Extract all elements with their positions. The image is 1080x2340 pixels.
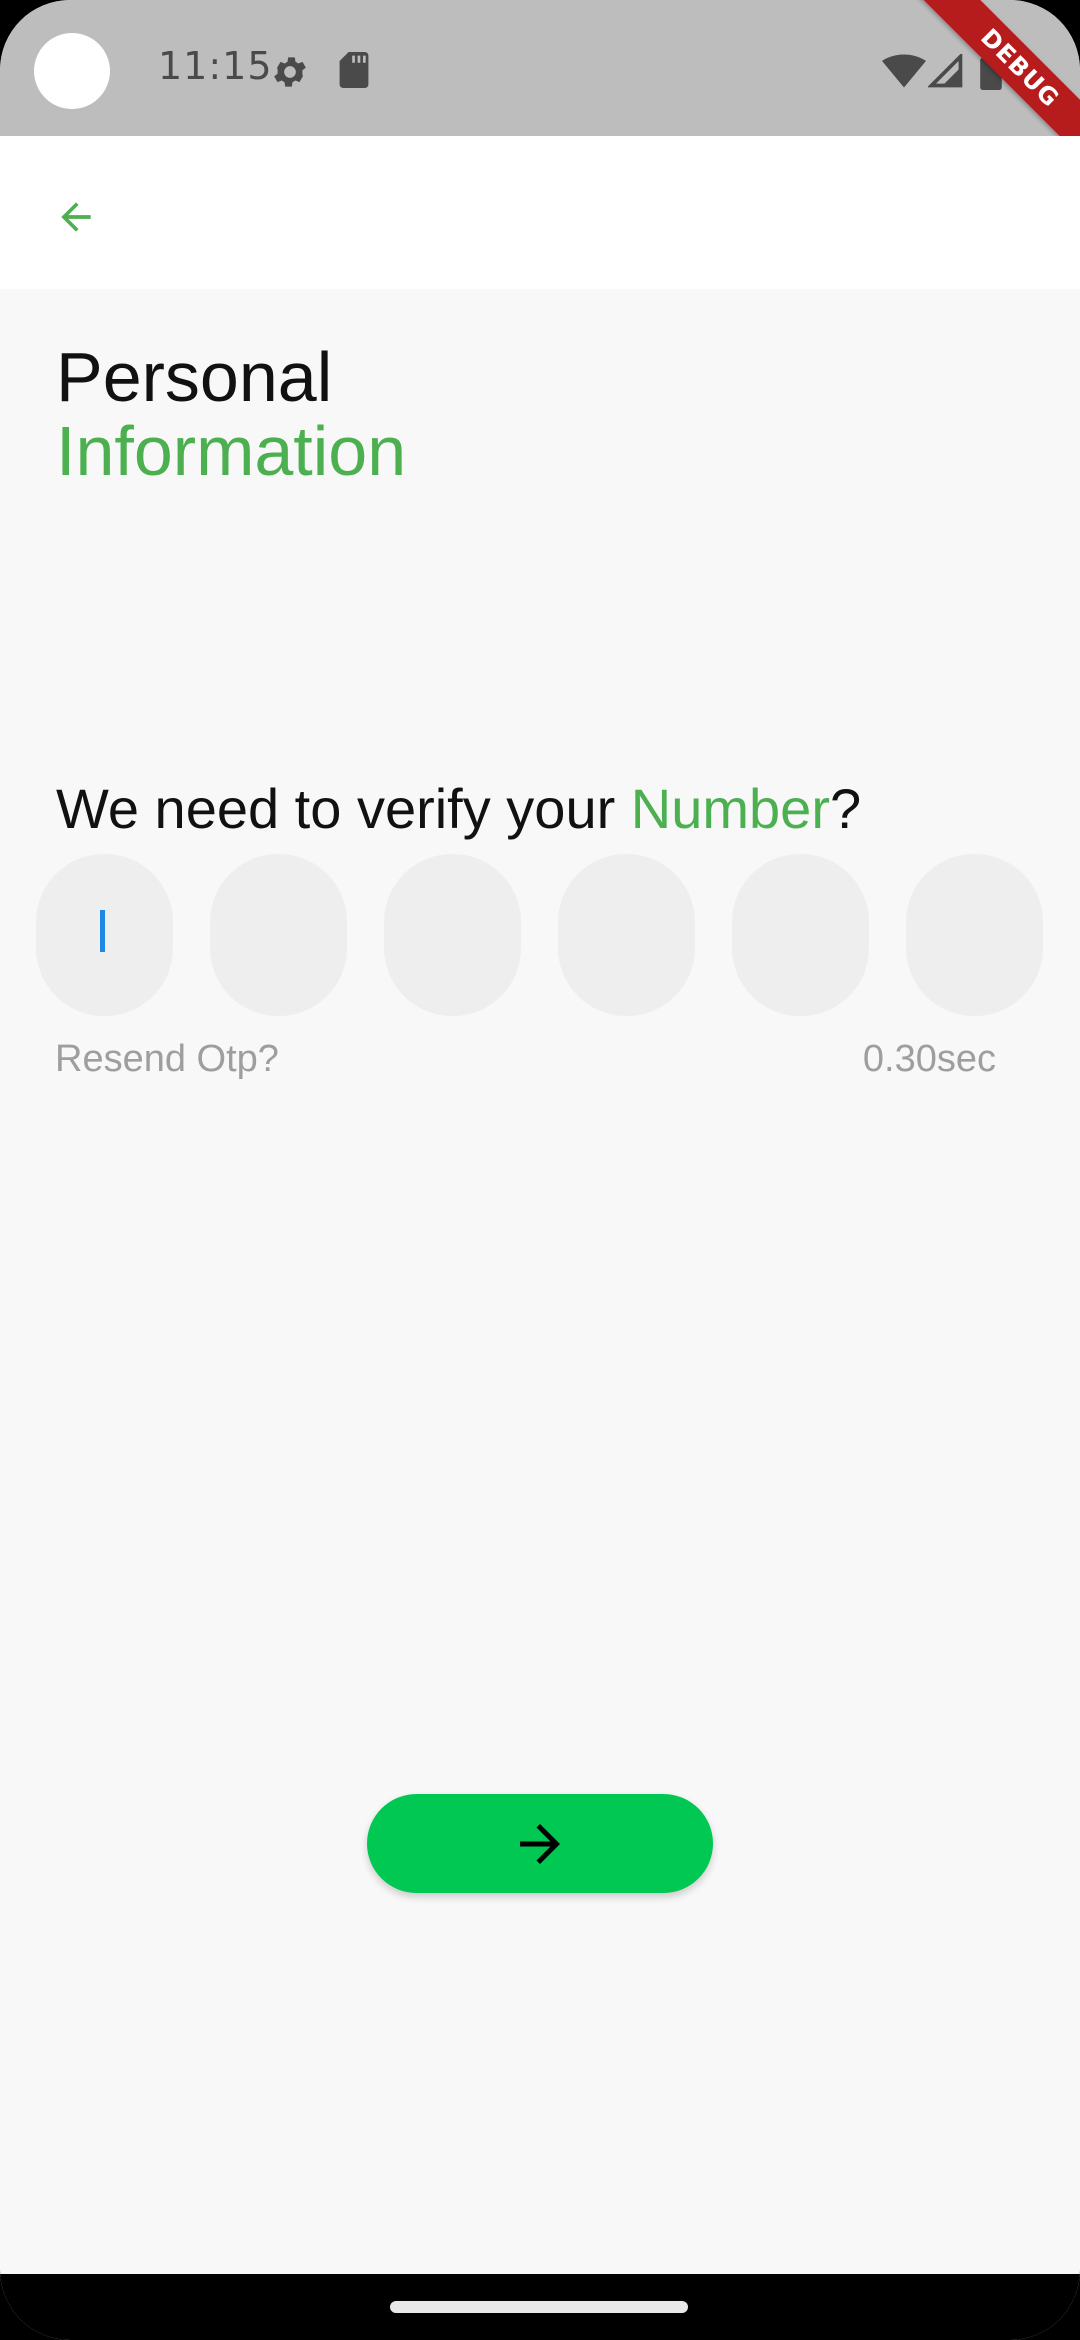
wifi-icon <box>882 54 926 92</box>
page-title-line2: Information <box>56 412 407 490</box>
sd-card-icon <box>338 52 370 92</box>
verify-prompt-prefix: We need to verify your <box>56 777 631 840</box>
verify-prompt-suffix: ? <box>829 777 862 840</box>
status-time: 11:15 <box>158 44 273 88</box>
resend-otp-link[interactable]: Resend Otp? <box>55 1038 279 1081</box>
verify-prompt: We need to verify your Number? <box>56 776 861 841</box>
verify-prompt-highlight: Number <box>630 777 830 840</box>
otp-digit-5[interactable] <box>732 854 869 1016</box>
camera-cutout <box>34 33 110 109</box>
page-title-line1: Personal <box>56 338 333 416</box>
arrow-right-icon <box>520 1823 560 1864</box>
phone-screen: 11:15 DEBUG Personal Information We need… <box>0 0 1080 2340</box>
next-button[interactable] <box>367 1794 713 1893</box>
otp-digit-3[interactable] <box>384 854 521 1016</box>
otp-digit-4[interactable] <box>558 854 695 1016</box>
status-bar: 11:15 <box>0 0 1080 136</box>
otp-timer: 0.30sec <box>862 1038 996 1080</box>
otp-digit-1[interactable] <box>36 854 173 1016</box>
page-title: Personal Information <box>56 340 406 488</box>
home-gesture-handle[interactable] <box>390 2301 688 2313</box>
otp-digit-6[interactable] <box>906 854 1043 1016</box>
otp-digit-2[interactable] <box>210 854 347 1016</box>
app-bar <box>0 136 1080 289</box>
text-caret <box>100 910 105 952</box>
back-button[interactable] <box>44 185 108 249</box>
otp-input-row <box>36 854 1044 1016</box>
signal-icon <box>927 52 964 92</box>
arrow-left-icon <box>61 202 91 232</box>
settings-icon <box>270 52 310 96</box>
